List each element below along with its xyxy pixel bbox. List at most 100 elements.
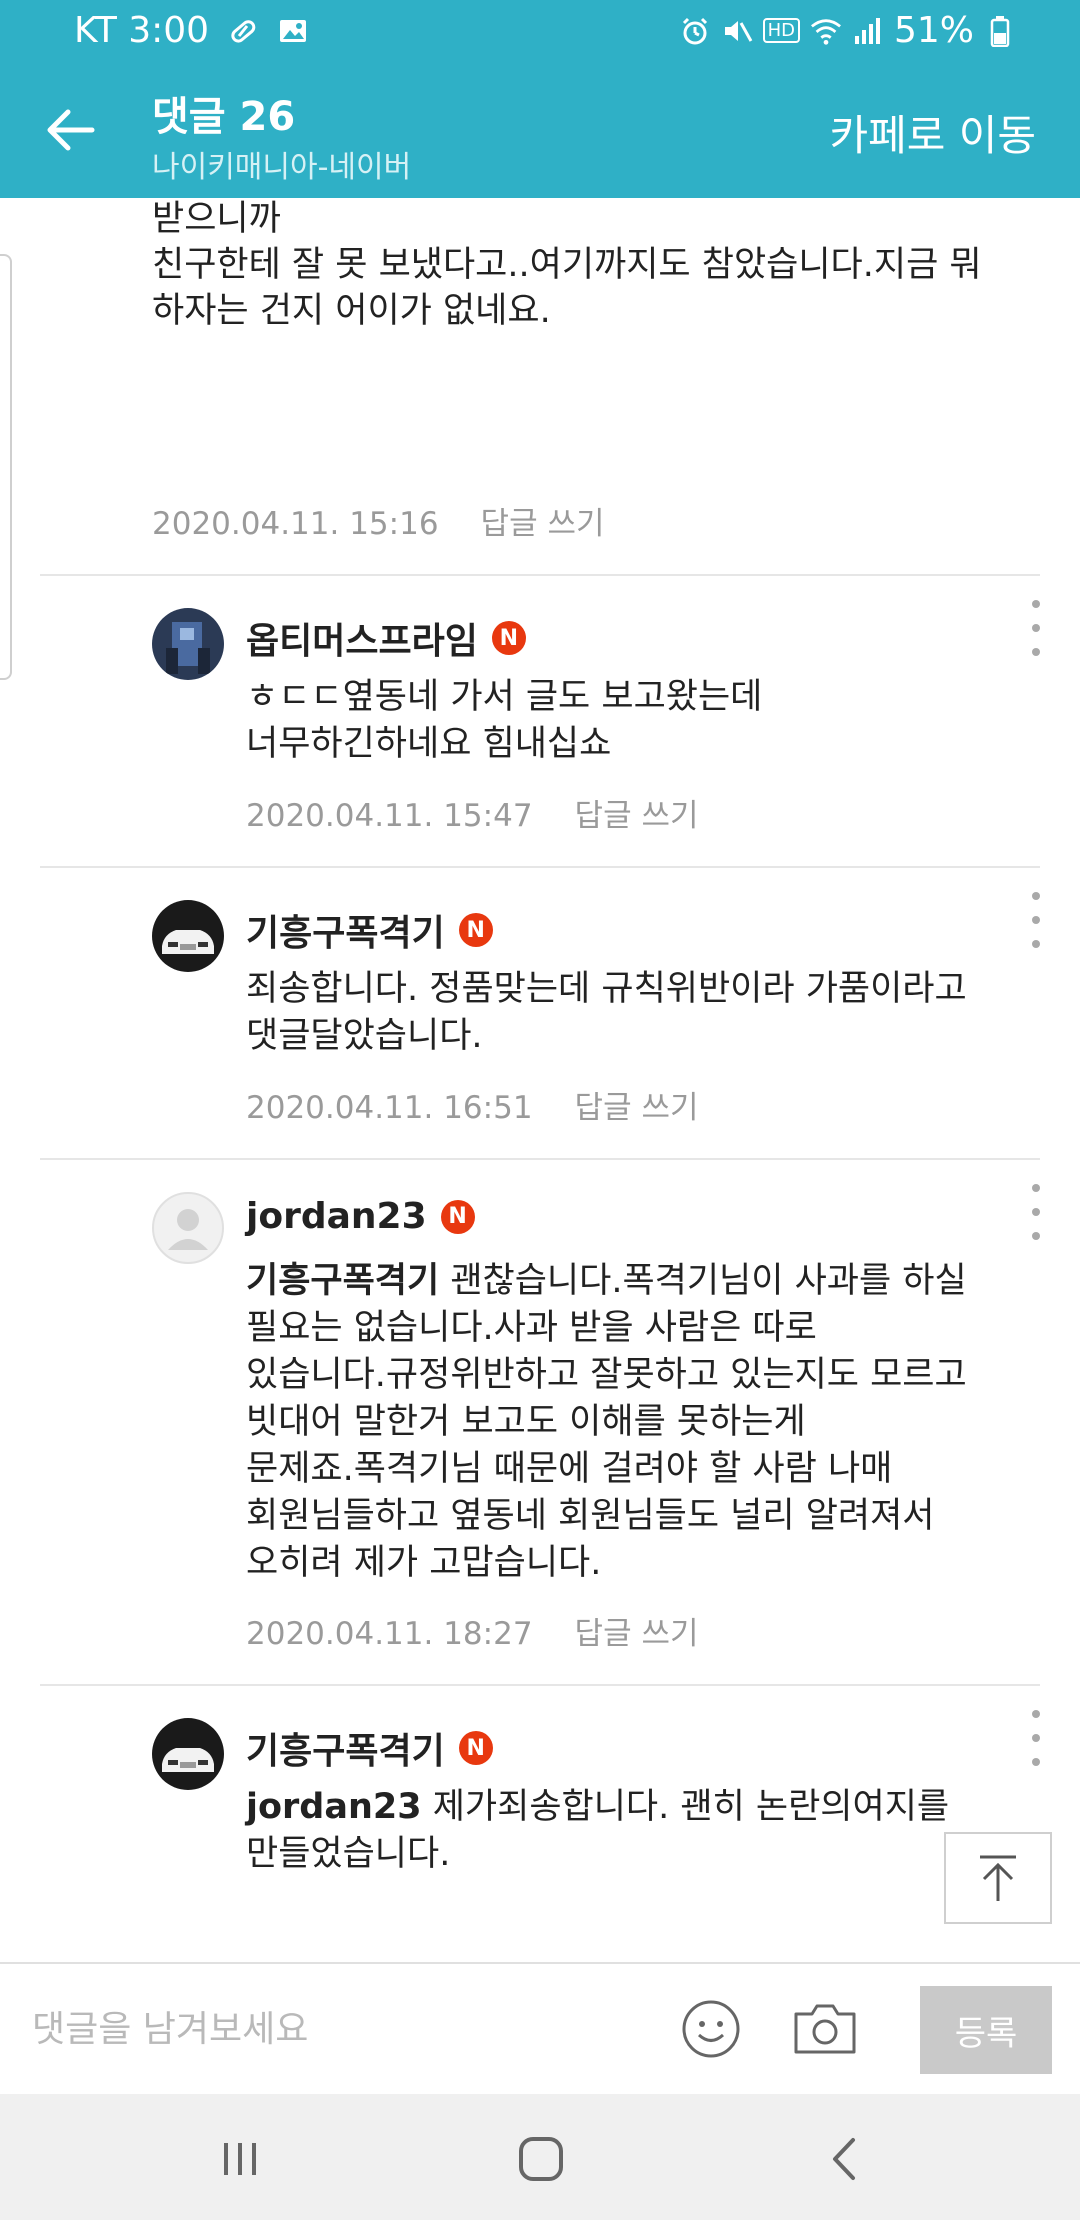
page-title: 댓글 26 xyxy=(152,94,296,140)
more-vertical-icon xyxy=(1032,600,1040,608)
comment-line: 친구한테 잘 못 보냈다고..여기까지도 참았습니다.지금 뭐 xyxy=(152,245,982,285)
comment-line: 문제죠.폭격기님 때문에 걸려야 할 사람 나매 xyxy=(246,1449,893,1489)
mention-tag[interactable]: 기흥구폭격기 xyxy=(246,1261,439,1301)
comment-body: jordan23 제가죄송합니다. 괜히 논란의여지를 만들었습니다. xyxy=(246,1784,1036,1878)
comment-author-row: 기흥구폭격기 N xyxy=(246,904,493,956)
reply-button[interactable]: 답글 쓰기 xyxy=(575,1616,699,1652)
camera-icon xyxy=(794,2004,856,2054)
scroll-top-button[interactable] xyxy=(944,1832,1052,1924)
more-vertical-icon xyxy=(1032,1184,1040,1192)
home-button[interactable] xyxy=(506,2124,576,2194)
hd-badge: HD xyxy=(762,18,800,43)
more-options-button[interactable] xyxy=(1024,1710,1048,1766)
comment-meta: 2020.04.11. 15:47 답글 쓰기 xyxy=(246,790,698,835)
nav-back-button[interactable] xyxy=(810,2124,880,2194)
more-dot xyxy=(1032,648,1040,656)
more-dot xyxy=(1032,1758,1040,1766)
comment-line: 댓글달았습니다. xyxy=(246,1016,483,1056)
move-to-cafe-button[interactable]: 카페로 이동 xyxy=(829,102,1036,163)
comment-input[interactable] xyxy=(30,1998,634,2060)
battery-percent: 51% xyxy=(893,10,974,51)
divider xyxy=(40,1158,1040,1160)
comment-line: 받으니까 xyxy=(152,199,281,239)
comment-line: ㅎㄷㄷ옆동네 가서 글도 보고왔는데 xyxy=(246,677,763,717)
system-nav-bar xyxy=(0,2094,1080,2220)
comment-line: 빗대어 말한거 보고도 이해를 못하는게 xyxy=(246,1402,806,1442)
avatar[interactable] xyxy=(152,1718,224,1790)
author-name[interactable]: 옵티머스프라임 xyxy=(246,612,478,664)
comment-text: 제가죄송합니다. 괜히 논란의여지를 xyxy=(421,1787,950,1827)
comment-line: 죄송합니다. 정품맞는데 규칙위반이라 가품이라고 xyxy=(246,969,967,1009)
comment-date: 2020.04.11. 15:47 xyxy=(246,798,533,834)
reply-button[interactable]: 답글 쓰기 xyxy=(575,1090,699,1126)
mute-icon xyxy=(721,15,753,47)
more-dot xyxy=(1032,916,1040,924)
submit-button[interactable]: 등록 xyxy=(920,1986,1052,2074)
comment-line: 있습니다.규정위반하고 잘못하고 있는지도 모르고 xyxy=(246,1355,967,1395)
comment-author-row: 옵티머스프라임 N xyxy=(246,612,526,664)
comment-line: 하자는 건지 어이가 없네요. xyxy=(152,291,551,331)
new-badge: N xyxy=(458,1731,493,1765)
more-dot xyxy=(1032,1232,1040,1240)
comment-line: 기흥구폭격기 괜찮습니다.폭격기님이 사과를 하실 xyxy=(246,1258,1036,1305)
avatar[interactable] xyxy=(152,900,224,972)
comment-line: 회원님들하고 옆동네 회원님들도 널리 알려져서 xyxy=(246,1496,935,1536)
status-bar: KT 3:00 HD 51% xyxy=(0,0,1080,64)
emoji-button[interactable] xyxy=(680,1998,742,2060)
carrier-time: KT 3:00 xyxy=(74,10,210,51)
app-header: KT 3:00 HD 51% 댓글 26 나이키매니아-네이버 카페로 이동 xyxy=(0,0,1080,198)
comment-date: 2020.04.11. 18:27 xyxy=(246,1616,533,1652)
more-vertical-icon xyxy=(1032,1710,1040,1718)
more-dot xyxy=(1032,940,1040,948)
reply-button[interactable]: 답글 쓰기 xyxy=(481,506,605,542)
new-badge: N xyxy=(491,621,526,655)
comment-body-continued: 받으니까 친구한테 잘 못 보냈다고..여기까지도 참았습니다.지금 뭐 하자는… xyxy=(152,198,1042,334)
recent-apps-button[interactable] xyxy=(205,2124,275,2194)
chevron-left-icon xyxy=(833,2138,855,2180)
comment-list[interactable]: 받으니까 친구한테 잘 못 보냈다고..여기까지도 참았습니다.지금 뭐 하자는… xyxy=(0,198,1080,1962)
more-dot xyxy=(1032,624,1040,632)
battery-icon xyxy=(984,15,1016,47)
camera-button[interactable] xyxy=(792,1998,858,2060)
comment-author-row: 기흥구폭격기 N xyxy=(246,1722,493,1774)
status-right: HD 51% xyxy=(679,10,1016,51)
status-left: KT 3:00 xyxy=(74,10,309,51)
comment-date: 2020.04.11. 15:16 xyxy=(152,506,439,542)
comment-line: jordan23 제가죄송합니다. 괜히 논란의여지를 xyxy=(246,1784,1036,1831)
avatar[interactable] xyxy=(152,608,224,680)
more-options-button[interactable] xyxy=(1024,1184,1048,1240)
comment-text: 괜찮습니다.폭격기님이 사과를 하실 xyxy=(439,1261,967,1301)
more-dot xyxy=(1032,1734,1040,1742)
gallery-icon xyxy=(277,15,309,47)
comment-meta: 2020.04.11. 16:51 답글 쓰기 xyxy=(246,1082,698,1127)
pill-icon xyxy=(227,15,259,47)
wifi-icon xyxy=(810,15,842,47)
divider xyxy=(40,1684,1040,1686)
comment-line: 너무하긴하네요 힘내십쇼 xyxy=(246,724,612,764)
new-badge: N xyxy=(440,1199,475,1234)
signal-icon xyxy=(852,15,884,47)
author-name[interactable]: 기흥구폭격기 xyxy=(246,904,445,956)
side-scroll-handle[interactable] xyxy=(0,254,12,680)
more-options-button[interactable] xyxy=(1024,600,1048,656)
comment-line: 오히려 제가 고맙습니다. xyxy=(246,1543,602,1583)
new-badge: N xyxy=(458,913,493,947)
divider xyxy=(40,574,1040,576)
more-options-button[interactable] xyxy=(1024,892,1048,948)
comment-body: 기흥구폭격기 괜찮습니다.폭격기님이 사과를 하실 필요는 없습니다.사과 받을… xyxy=(246,1258,1036,1587)
home-icon xyxy=(519,2137,563,2181)
alarm-icon xyxy=(679,15,711,47)
divider xyxy=(40,866,1040,868)
comment-line: 만들었습니다. xyxy=(246,1834,451,1874)
mention-tag[interactable]: jordan23 xyxy=(246,1787,422,1827)
author-name[interactable]: 기흥구폭격기 xyxy=(246,1722,445,1774)
avatar[interactable] xyxy=(152,1192,224,1264)
smiley-icon xyxy=(682,2000,740,2058)
recent-apps-icon xyxy=(224,2143,256,2175)
reply-button[interactable]: 답글 쓰기 xyxy=(575,798,699,834)
comment-meta: 2020.04.11. 18:27 답글 쓰기 xyxy=(246,1608,698,1653)
back-button[interactable] xyxy=(32,92,108,168)
author-name[interactable]: jordan23 xyxy=(246,1196,427,1237)
comment-date: 2020.04.11. 16:51 xyxy=(246,1090,533,1126)
comment-line: 필요는 없습니다.사과 받을 사람은 따로 xyxy=(246,1308,817,1348)
